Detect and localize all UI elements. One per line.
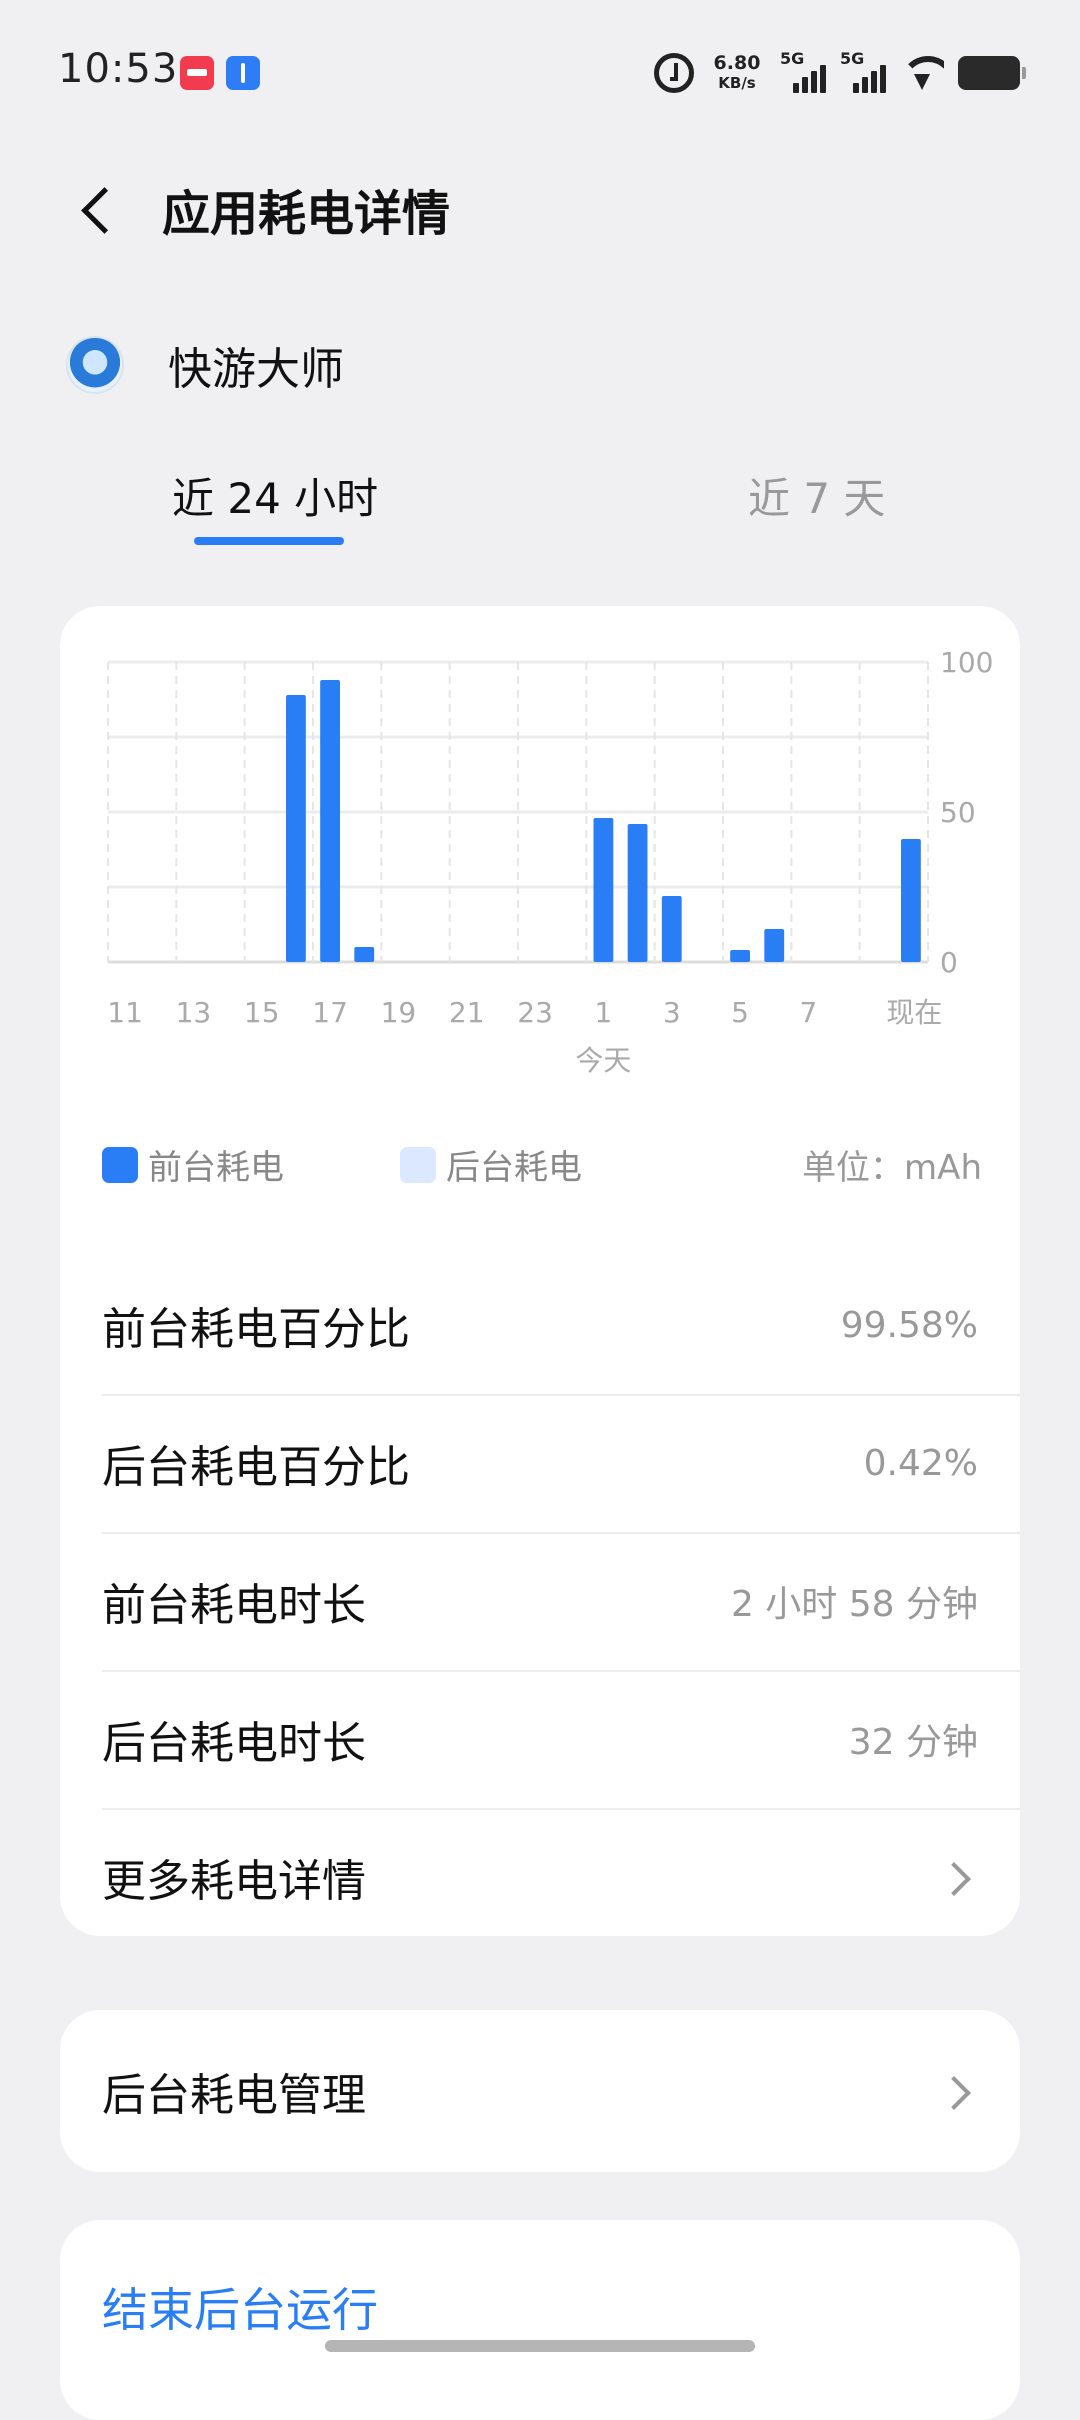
legend-background-label: 后台耗电 (446, 1148, 582, 1188)
chart-x-tick-label: 现在 (886, 996, 942, 1029)
chart-x-tick-label: 17 (312, 996, 348, 1029)
stat-row-foreground-percent: 前台耗电百分比 99.58% (60, 1256, 1020, 1394)
status-time: 10:53 (58, 46, 179, 92)
app-icon (66, 336, 124, 394)
network-speed-unit: KB/s (718, 74, 756, 92)
legend-background: 后台耗电 (400, 1140, 582, 1189)
legend-foreground-label: 前台耗电 (148, 1148, 284, 1188)
background-management-row[interactable]: 后台耗电管理 (60, 2010, 1020, 2172)
stat-label: 前台耗电百分比 (102, 1304, 410, 1355)
legend-foreground: 前台耗电 (102, 1140, 284, 1189)
chevron-right-icon (938, 2071, 978, 2111)
stat-value: 32 分钟 (848, 1722, 978, 1763)
more-details-label: 更多耗电详情 (102, 1856, 366, 1907)
tab-7-days[interactable]: 近 7 天 (748, 465, 885, 526)
wifi-icon (900, 56, 944, 90)
stat-label: 前台耗电时长 (102, 1580, 366, 1631)
app-name: 快游大师 (168, 344, 344, 395)
stat-row-background-percent: 后台耗电百分比 0.42% (60, 1394, 1020, 1532)
stop-background-card: 结束后台运行 (60, 2220, 1020, 2420)
network-speed-value: 6.80 (713, 52, 761, 74)
chart-x-tick-label: 21 (449, 996, 485, 1029)
header: 应用耗电详情 (0, 160, 1080, 260)
chart-bar-foreground (593, 818, 614, 962)
chart-x-tick-label: 5 (731, 996, 749, 1029)
stat-row-foreground-duration: 前台耗电时长 2 小时 58 分钟 (60, 1532, 1020, 1670)
stat-value: 99.58% (840, 1304, 978, 1346)
legend-background-swatch (400, 1146, 436, 1183)
stat-value: 2 小时 58 分钟 (730, 1584, 978, 1625)
status-bar: 10:53 6.80 KB/s 5G 5G (0, 0, 1080, 140)
chart-bar-foreground (661, 896, 682, 962)
battery-usage-chart: 10050011 13 15 17 19 21 23 1 3 5 7 现在今天 (107, 646, 993, 1077)
background-management-label: 后台耗电管理 (102, 2070, 366, 2121)
chart-bar-foreground (354, 947, 375, 962)
red-app-notification-icon (180, 56, 214, 90)
stats-list: 前台耗电百分比 99.58% 后台耗电百分比 0.42% 前台耗电时长 2 小时… (60, 1256, 1020, 1946)
chart-bar-foreground (730, 950, 750, 962)
chart-x-tick-label: 15 (244, 996, 280, 1029)
status-icons: 6.80 KB/s 5G 5G (654, 48, 1026, 98)
more-details-row[interactable]: 更多耗电详情 (60, 1808, 1020, 1946)
chart-legend: 前台耗电 后台耗电 单位：mAh (102, 1134, 982, 1194)
chart-x-tick-label: 7 (800, 996, 818, 1029)
chart-x-tick-label: 13 (176, 996, 212, 1029)
usb-icon (226, 56, 260, 90)
chart-x-tick-label: 1 (595, 996, 613, 1029)
battery-usage-card: 100 50 0 11 13 15 17 19 21 23 1 3 5 7 现在 今天 前台耗电 后台耗电 单… (60, 606, 1020, 1936)
chevron-right-icon (938, 1857, 978, 1897)
home-indicator[interactable] (325, 2340, 755, 2352)
page-title: 应用耗电详情 (162, 186, 451, 242)
active-tab-indicator (194, 537, 344, 545)
battery-icon (958, 56, 1026, 90)
chart-bar-foreground (627, 824, 648, 962)
chart-bar-foreground (764, 929, 785, 962)
chart-bar-foreground (901, 839, 921, 962)
chart-unit: 单位：mAh (802, 1148, 982, 1188)
chart-x-tick-label: 23 (517, 996, 553, 1029)
cell-signal-icon: 5G (780, 49, 826, 93)
network-speed: 6.80 KB/s (708, 53, 766, 93)
chart-x-sublabel: 今天 (575, 1044, 631, 1077)
cell-signal-icon: 5G (840, 49, 886, 93)
chart-x-tick-label: 19 (381, 996, 417, 1029)
stat-value: 0.42% (863, 1442, 978, 1484)
background-management-card: 后台耗电管理 (60, 2010, 1020, 2172)
alarm-icon (654, 53, 694, 93)
stat-label: 后台耗电百分比 (102, 1442, 410, 1493)
legend-foreground-swatch (102, 1146, 138, 1183)
stat-row-background-duration: 后台耗电时长 32 分钟 (60, 1670, 1020, 1808)
chart-x-tick-label: 11 (107, 996, 143, 1029)
chart-y-tick-label: 0 (940, 946, 958, 979)
time-range-tabs: 近 24 小时 近 7 天 (0, 465, 1080, 555)
app-row: 快游大师 (66, 330, 344, 400)
stop-background-button[interactable]: 结束后台运行 (102, 2274, 378, 2340)
chart-y-tick-label: 50 (940, 796, 976, 829)
chart-bar-foreground (286, 695, 306, 962)
chart-x-tick-label: 3 (663, 996, 681, 1029)
tab-24-hours[interactable]: 近 24 小时 (172, 465, 378, 526)
back-icon[interactable] (70, 182, 126, 238)
stat-label: 后台耗电时长 (102, 1718, 366, 1769)
chart-y-tick-label: 100 (940, 646, 993, 679)
chart-bar-foreground (320, 680, 340, 962)
